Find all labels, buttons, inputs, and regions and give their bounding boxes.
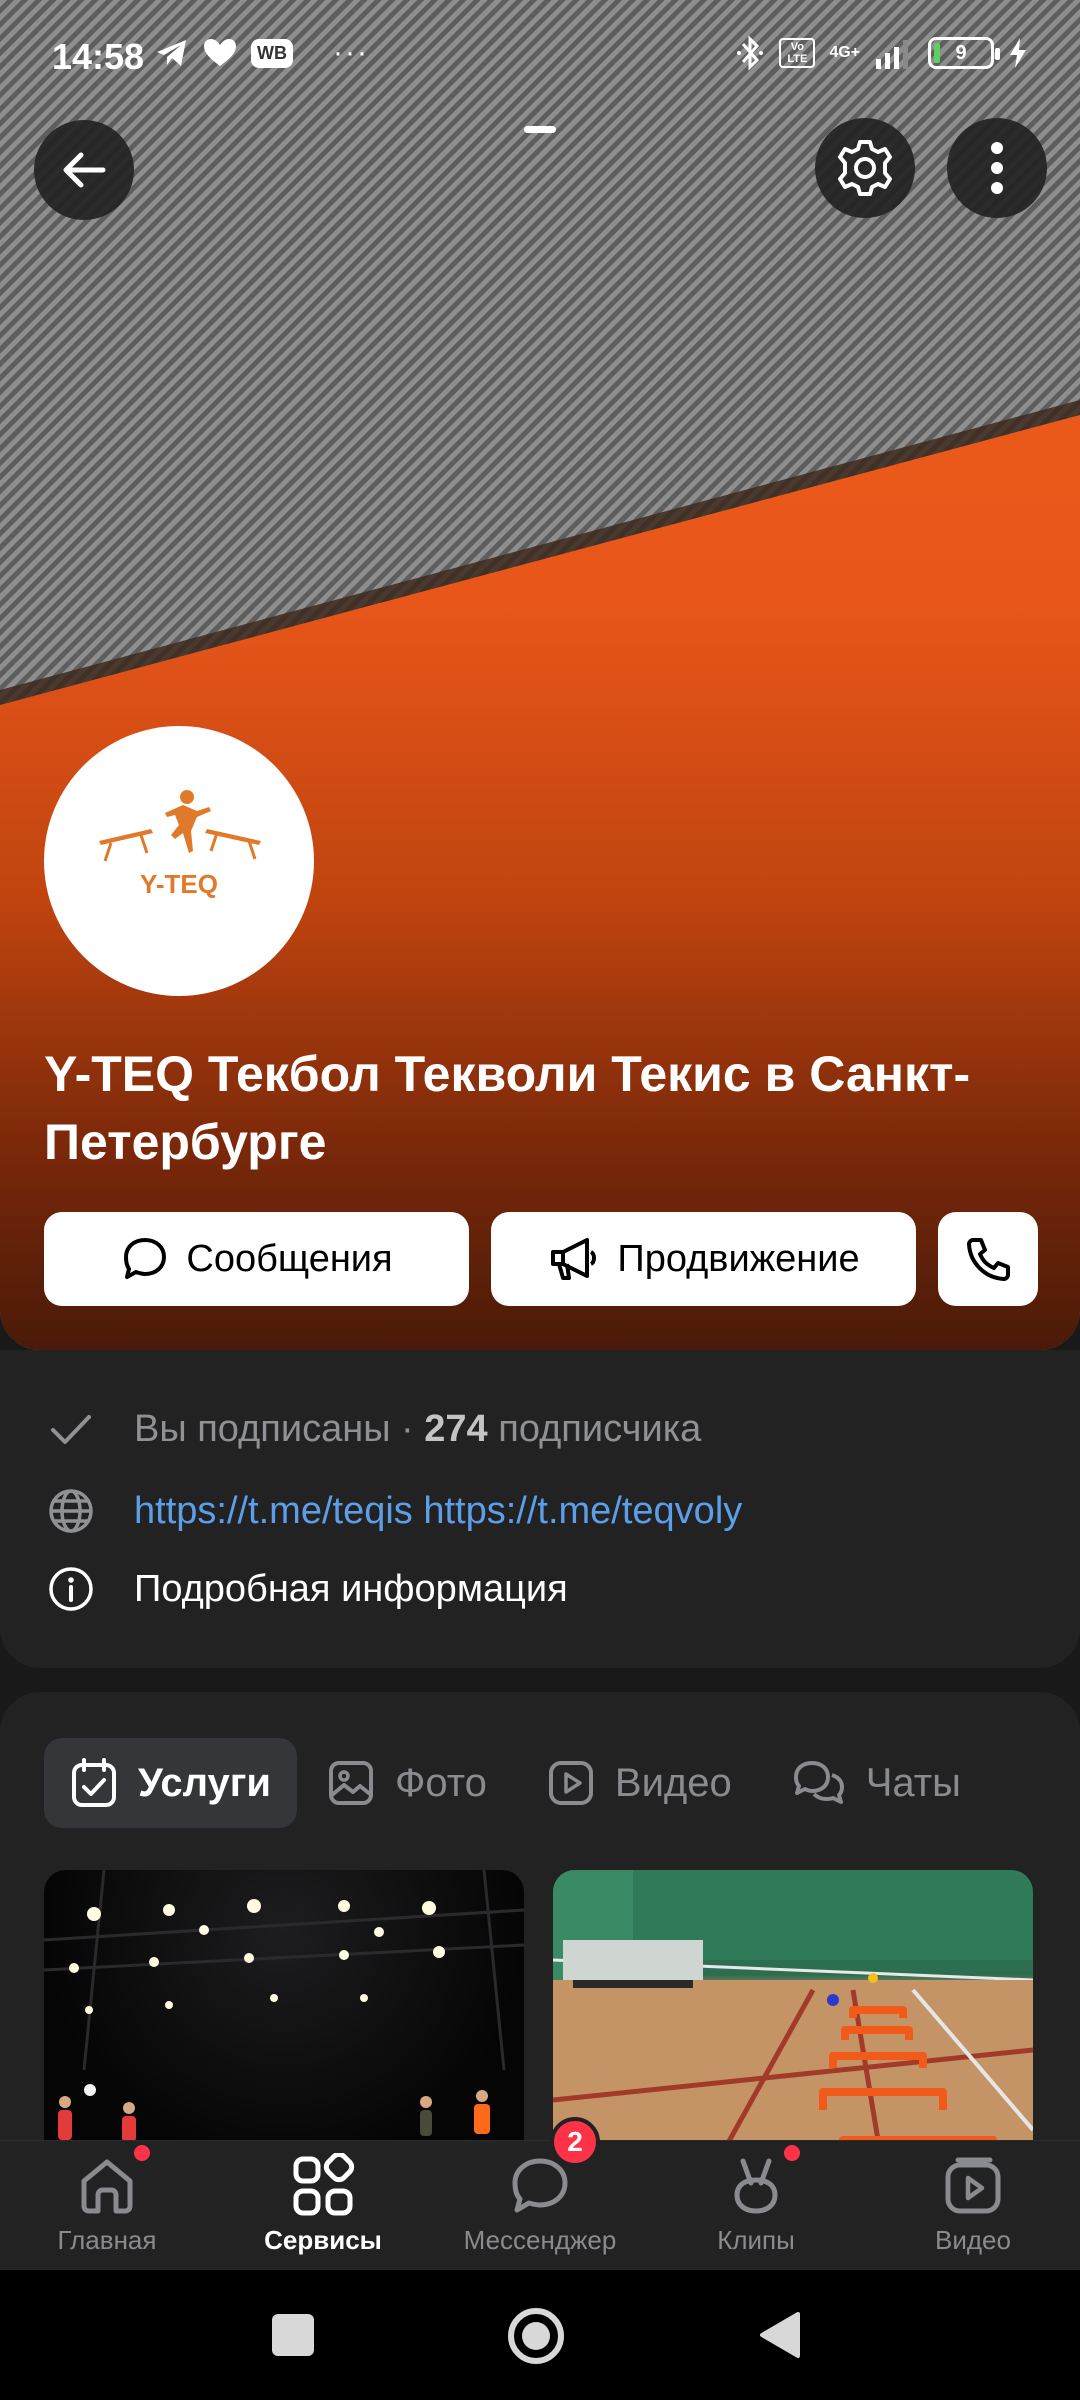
network-type: 4G+ — [829, 44, 860, 61]
battery-icon: 9 — [928, 37, 1000, 69]
separator-dot: · — [390, 1407, 425, 1450]
chats-icon — [793, 1761, 844, 1804]
more-notifications-icon: ··· — [333, 36, 369, 69]
details-row[interactable]: Подробная информация — [46, 1564, 568, 1614]
service-image-2 — [553, 1870, 1033, 2152]
status-time: 14:58 — [52, 36, 145, 77]
nav-services[interactable]: Сервисы — [223, 2153, 423, 2256]
drag-handle[interactable] — [524, 126, 556, 133]
messages-button[interactable]: Сообщения — [44, 1212, 469, 1306]
home-system-button[interactable] — [508, 2308, 564, 2364]
service-card-1[interactable] — [44, 1870, 524, 2152]
system-navigation-bar — [0, 2270, 1080, 2400]
service-image-1 — [44, 1870, 524, 2142]
content-section: Услуги Фото Видео Чаты — [0, 1692, 1080, 2152]
megaphone-icon — [551, 1238, 597, 1280]
more-vertical-icon — [991, 142, 1003, 194]
nav-services-label: Сервисы — [264, 2225, 382, 2255]
signal-icon — [876, 40, 908, 69]
messenger-badge: 2 — [550, 2117, 600, 2167]
community-avatar[interactable]: Y-TEQ — [44, 726, 314, 996]
nav-clips[interactable]: Клипы — [656, 2153, 856, 2256]
subscribed-label: Вы подписаны — [134, 1407, 391, 1450]
message-bubble-icon — [124, 1238, 167, 1279]
links-text[interactable]: https://t.me/teqis https://t.me/teqvoly — [134, 1490, 742, 1533]
tab-services-label: Услуги — [138, 1760, 271, 1805]
call-button[interactable] — [938, 1212, 1038, 1306]
promotion-button[interactable]: Продвижение — [491, 1212, 916, 1306]
y-teq-logo: Y-TEQ — [99, 790, 261, 899]
status-bar: 14:58 WB ··· Vo LTE 4G+ 9 — [0, 0, 1080, 110]
settings-button[interactable] — [815, 118, 915, 218]
details-label: Подробная информация — [134, 1567, 568, 1610]
volte-icon: Vo LTE — [779, 38, 816, 68]
community-title: Y-TEQ Текбол Текволи Текис в Санкт-Петер… — [44, 1046, 971, 1170]
back-triangle-icon[interactable] — [758, 2310, 802, 2360]
nav-home-label: Главная — [57, 2225, 157, 2255]
messages-label: Сообщения — [186, 1237, 393, 1280]
video-icon — [945, 2157, 1001, 2214]
service-card-2[interactable] — [553, 1870, 1033, 2152]
battery-level: 9 — [955, 41, 967, 64]
tab-bar: Услуги Фото Видео Чаты — [44, 1738, 991, 1828]
globe-icon — [49, 1489, 93, 1533]
promotion-label: Продвижение — [617, 1237, 860, 1280]
bluetooth-icon — [737, 35, 764, 71]
arrow-left-icon — [63, 152, 106, 188]
tab-photo[interactable]: Фото — [297, 1738, 517, 1828]
charging-icon — [1010, 38, 1026, 68]
logo-text: Y-TEQ — [140, 869, 218, 899]
more-options-button[interactable] — [947, 118, 1047, 218]
home-icon — [81, 2159, 133, 2214]
nav-video[interactable]: Видео — [873, 2153, 1073, 2256]
back-button[interactable] — [34, 120, 134, 220]
wb-app-icon: WB — [251, 38, 293, 68]
nav-messenger[interactable]: Мессенджер — [440, 2153, 640, 2256]
tab-video-label: Видео — [614, 1760, 732, 1805]
bottom-navigation: Главная Сервисы Мессенджер 2 Клипы Видео — [0, 2117, 1080, 2270]
tab-chats-label: Чаты — [865, 1760, 961, 1805]
clips-icon — [734, 2158, 778, 2214]
tab-chats[interactable]: Чаты — [762, 1738, 991, 1828]
image-icon — [329, 1761, 373, 1805]
subscribers-count: 274 — [424, 1407, 488, 1450]
home-notification-dot — [134, 2145, 150, 2161]
tab-services[interactable]: Услуги — [44, 1738, 297, 1828]
nav-clips-label: Клипы — [717, 2225, 795, 2255]
nav-messenger-label: Мессенджер — [463, 2225, 617, 2255]
services-icon — [293, 2153, 355, 2216]
nav-home[interactable]: Главная — [7, 2153, 207, 2256]
checkmark-icon — [51, 1415, 91, 1444]
subscription-row[interactable]: Вы подписаны · 274 подписчика — [46, 1404, 701, 1454]
links-row[interactable]: https://t.me/teqis https://t.me/teqvoly — [46, 1486, 742, 1536]
telegram-icon — [157, 40, 186, 66]
heart-icon — [204, 39, 236, 66]
recents-button[interactable] — [272, 2314, 314, 2356]
nav-video-label: Видео — [935, 2225, 1011, 2255]
subscribers-label: подписчика — [487, 1407, 702, 1450]
clips-notification-dot — [784, 2145, 800, 2161]
play-icon — [548, 1761, 593, 1805]
tab-photo-label: Фото — [395, 1760, 487, 1805]
info-section: Вы подписаны · 274 подписчика https://t.… — [0, 1350, 1080, 1668]
info-icon — [49, 1567, 93, 1611]
phone-icon — [967, 1238, 1010, 1281]
gear-icon — [838, 140, 892, 196]
calendar-check-icon — [72, 1758, 116, 1807]
tab-video[interactable]: Видео — [517, 1738, 762, 1828]
